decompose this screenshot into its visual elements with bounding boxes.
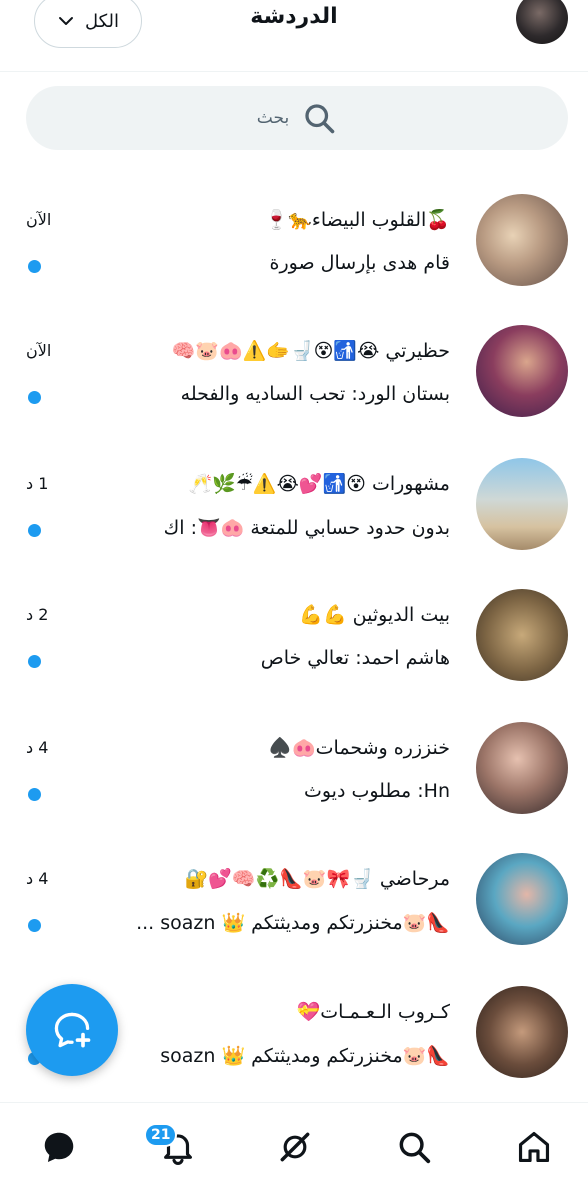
chat-preview: بدون حدود حسابي للمتعة 🐽👅: اك [163,517,450,539]
unread-indicator [28,260,41,273]
chat-name: 🍒القلوب البيضاء🐆🍷 [264,209,450,231]
chat-time: الآن [26,341,52,360]
search-placeholder: بحث [256,108,290,128]
unread-indicator [28,655,41,668]
chat-preview: بستان الورد: تحب الساديه والفحله [180,383,450,405]
explore-icon [399,1132,431,1164]
chat-preview: 👠🐷مخنزرتكم ومديثتكم 👑 soazn [160,1045,450,1067]
page-title: الدردشة [250,4,338,29]
avatar [476,986,568,1078]
chat-row[interactable]: مرحاضي 🚽🎀🐷👠♻️🧠💕🔐 👠🐷مخنزرتكم ومديثتكم 👑 s… [0,853,588,983]
chat-name: مشهورات 😵🚮💕😭⚠️☔🌿🥂 [188,473,450,495]
chat-preview: Hn: مطلوب ديوث [303,780,450,802]
communities-icon [280,1132,310,1162]
nav-home[interactable] [512,1125,556,1169]
new-message-icon [54,1012,91,1048]
chat-time: 2 د [26,605,49,624]
home-icon [518,1131,550,1163]
chat-name: خنززره وشحمات🐽♠️ [268,737,450,759]
unread-indicator [28,919,41,932]
avatar [476,853,568,945]
top-bar: الكل الدردشة [0,0,588,72]
chat-row[interactable]: بيت الديوثين 💪💪 هاشم احمد: تعالي خاص 2 د [0,589,588,719]
bottom-navigation: 21 [0,1102,588,1200]
chat-name: حظيرتي 😭🚮😵🚽🫱⚠️🐽🐷🧠 [171,340,450,362]
unread-indicator [28,391,41,404]
avatar [476,458,568,550]
chat-time: 1 د [26,474,49,493]
chat-row[interactable]: خنززره وشحمات🐽♠️ Hn: مطلوب ديوث 4 د [0,722,588,852]
profile-avatar[interactable] [516,0,568,44]
avatar [476,325,568,417]
nav-messages[interactable] [37,1125,81,1169]
chat-row[interactable]: حظيرتي 😭🚮😵🚽🫱⚠️🐽🐷🧠 بستان الورد: تحب الساد… [0,325,588,455]
chat-name: كـروب الـعـمـات💝 [296,1001,450,1023]
search-bar[interactable]: بحث [26,86,568,150]
chat-row[interactable]: مشهورات 😵🚮💕😭⚠️☔🌿🥂 بدون حدود حسابي للمتعة… [0,458,588,588]
avatar [476,194,568,286]
unread-indicator [28,788,41,801]
nav-explore[interactable] [392,1125,436,1169]
chat-time: 4 د [26,869,49,888]
search-icon [305,104,335,134]
avatar [476,589,568,681]
new-message-button[interactable] [26,984,118,1076]
avatar [476,722,568,814]
notification-badge: 21 [144,1123,178,1147]
chat-name: بيت الديوثين 💪💪 [299,604,450,626]
chat-preview: 👠🐷مخنزرتكم ومديثتكم 👑 soazn ... [136,912,450,934]
chat-name: مرحاضي 🚽🎀🐷👠♻️🧠💕🔐 [184,868,450,890]
messages-icon [44,1132,74,1163]
chat-preview: قام هدى بإرسال صورة [269,252,450,274]
chat-preview: هاشم احمد: تعالي خاص [260,647,450,669]
unread-indicator [28,524,41,537]
nav-communities[interactable] [273,1125,317,1169]
chat-time: 4 د [26,738,49,757]
chat-row[interactable]: 🍒القلوب البيضاء🐆🍷 قام هدى بإرسال صورة ال… [0,194,588,324]
chat-time: الآن [26,210,52,229]
